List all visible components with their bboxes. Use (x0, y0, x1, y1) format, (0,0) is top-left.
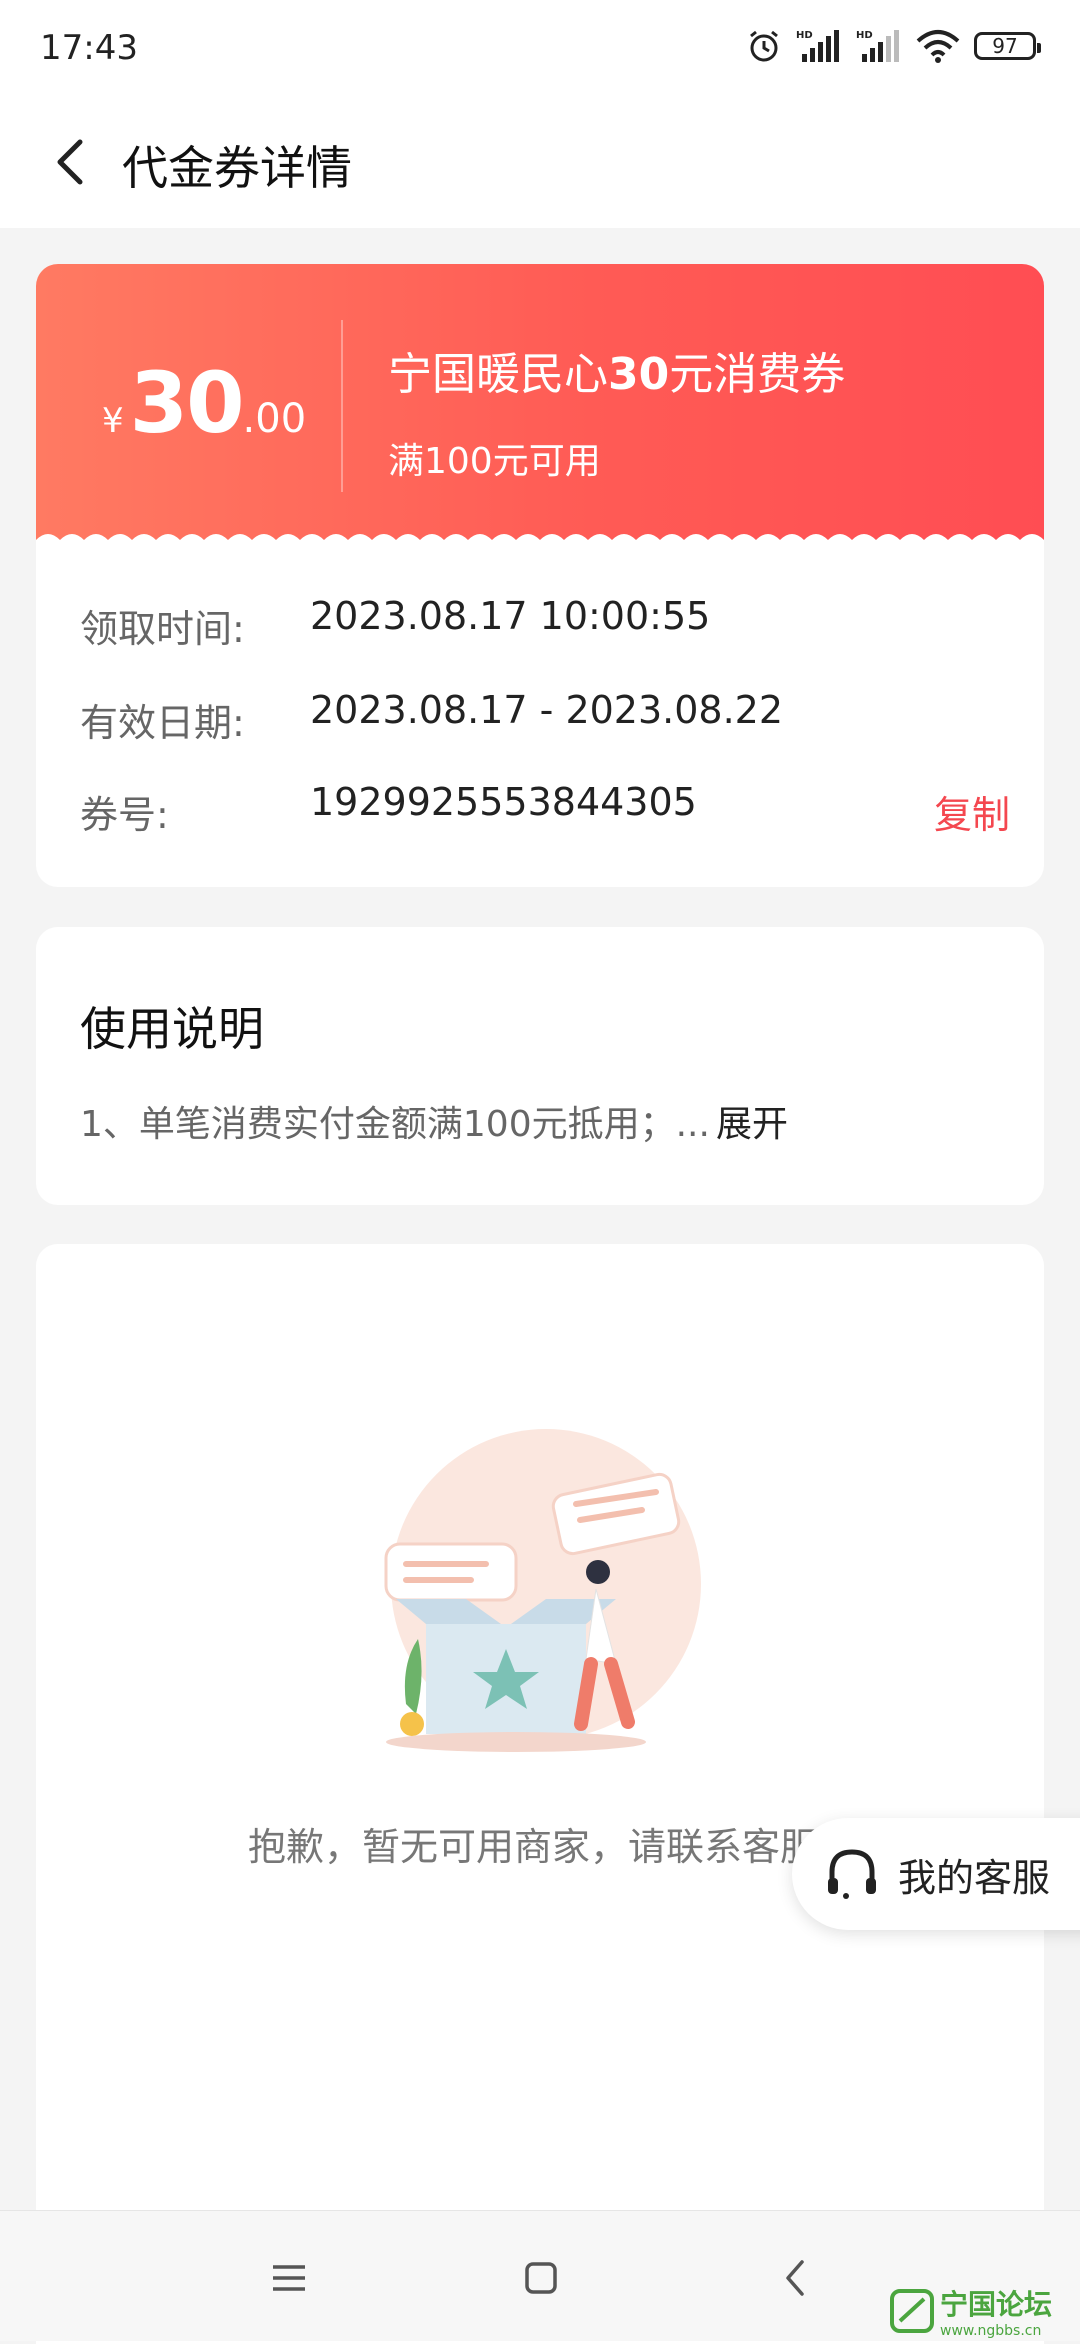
voucher-code-row: 券号: 1929925553844305 复制 (80, 780, 1010, 844)
valid-date-value: 2023.08.17 - 2023.08.22 (310, 688, 784, 732)
wifi-icon (916, 30, 960, 63)
status-icons: HD HD 97 (746, 26, 1041, 66)
voucher-banner: ¥ 30 .00 宁国暖民心30元消费券 满100元可用 (36, 264, 1044, 544)
page-title: 代金券详情 (122, 141, 352, 195)
chevron-left-icon (57, 139, 83, 185)
watermark-title: 宁国论坛 (940, 2288, 1053, 2321)
system-nav-bar: 宁国论坛 www.ngbbs.cn (0, 2210, 1080, 2341)
forum-logo-icon (890, 2289, 934, 2333)
watermark-url: www.ngbbs.cn (940, 2323, 1042, 2339)
home-button[interactable] (516, 2253, 566, 2303)
forum-watermark: 宁国论坛 www.ngbbs.cn (890, 2283, 1052, 2339)
menu-icon (273, 2265, 305, 2291)
voucher-amount: ¥ 30 .00 (102, 354, 306, 452)
status-bar: 17:43 HD HD 97 (0, 0, 1080, 96)
headset-icon (828, 1849, 876, 1899)
scalloped-edge (36, 534, 1044, 552)
voucher-name-suffix: 元消费券 (669, 349, 846, 400)
voucher-code-label: 券号: (80, 793, 169, 837)
back-button[interactable] (30, 122, 110, 202)
home-icon (525, 2262, 557, 2294)
svg-text:HD: HD (796, 30, 813, 41)
voucher-card: ¥ 30 .00 宁国暖民心30元消费券 满100元可用 领取时间: 2023.… (36, 264, 1044, 887)
usage-description-text: 1、单笔消费实付金额满100元抵用；... (80, 1104, 710, 1145)
copy-button[interactable]: 复制 (934, 784, 1010, 839)
empty-merchant-text: 抱歉，暂无可用商家，请联系客服 (248, 1825, 819, 1869)
alarm-icon (750, 30, 778, 62)
merchant-card: 抱歉，暂无可用商家，请联系客服 (36, 1244, 1044, 2344)
header: 代金券详情 (0, 96, 1080, 228)
expand-button[interactable]: 展开 (716, 1104, 788, 1145)
currency-symbol: ¥ (102, 401, 124, 441)
watermark-text: 宁国论坛 www.ngbbs.cn (940, 2283, 1052, 2339)
voucher-condition: 满100元可用 (388, 441, 601, 482)
hd-signal-icon: HD (796, 30, 839, 62)
voucher-code-value: 1929925553844305 (310, 780, 697, 824)
amount-decimal: .00 (242, 396, 307, 442)
battery-icon: 97 (974, 32, 1041, 60)
valid-date-label: 有效日期: (80, 701, 245, 745)
status-time: 17:43 (40, 28, 138, 68)
customer-service-button[interactable]: 我的客服 (792, 1818, 1080, 1930)
back-icon (786, 2260, 804, 2296)
claim-time-row: 领取时间: 2023.08.17 10:00:55 (80, 594, 1010, 658)
hd-signal-icon: HD (856, 30, 899, 62)
claim-time-label: 领取时间: (80, 607, 245, 651)
menu-button[interactable] (264, 2253, 314, 2303)
claim-time-value: 2023.08.17 10:00:55 (310, 594, 711, 638)
usage-card: 使用说明 1、单笔消费实付金额满100元抵用；... 展开 (36, 927, 1044, 1205)
voucher-divider (341, 320, 343, 492)
empty-box-illustration (384, 1429, 701, 1752)
amount-integer: 30 (129, 354, 245, 452)
valid-date-row: 有效日期: 2023.08.17 - 2023.08.22 (80, 688, 1010, 752)
voucher-name-prefix: 宁国暖民心 (388, 349, 608, 400)
customer-service-label: 我的客服 (898, 1855, 1051, 1900)
svg-text:HD: HD (856, 30, 873, 41)
voucher-name: 宁国暖民心30元消费券 (388, 338, 845, 402)
usage-description: 1、单笔消费实付金额满100元抵用；... 展开 (80, 1095, 788, 1147)
nav-back-button[interactable] (770, 2253, 820, 2303)
voucher-name-amount: 30 (608, 349, 670, 400)
usage-title: 使用说明 (80, 1002, 264, 1056)
